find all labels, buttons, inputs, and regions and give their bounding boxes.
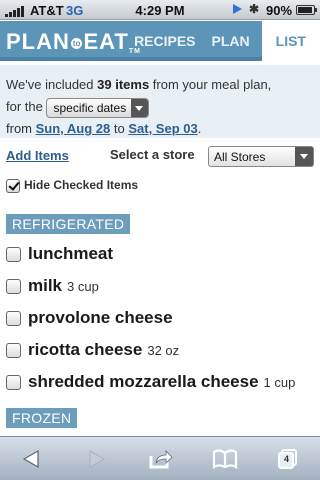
section-header-frozen: FROZEN [6, 408, 78, 428]
summary-line-2: for the specific dates [6, 96, 314, 118]
store-select-label: Select a store [110, 147, 195, 162]
status-bar: AT&T 3G 4:29 PM ✱ 90% [0, 0, 320, 20]
tab-recipes[interactable]: RECIPES [126, 21, 203, 61]
item-name: shredded mozzarella cheese [28, 372, 259, 391]
add-items-link[interactable]: Add Items [6, 148, 69, 163]
start-date-link[interactable]: Sun, Aug 28 [36, 121, 111, 136]
share-button[interactable] [128, 437, 192, 480]
tab-plan[interactable]: PLAN [204, 21, 258, 61]
bluetooth-icon: ✱ [249, 2, 260, 16]
item-checkbox[interactable] [6, 342, 21, 358]
hide-checked-toggle[interactable]: Hide Checked Items [6, 178, 138, 193]
section-header-refrigerated: REFRIGERATED [6, 214, 131, 234]
browser-toolbar: 4 [0, 436, 320, 480]
back-arrow-icon [22, 449, 39, 469]
share-icon [149, 450, 173, 469]
hide-checked-checkbox[interactable] [6, 178, 20, 193]
tab-list[interactable]: LIST [261, 21, 320, 61]
list-item[interactable]: lunchmeat [6, 238, 316, 270]
item-checkbox[interactable] [6, 246, 21, 262]
item-name: ricotta cheese [28, 340, 143, 359]
grocery-list: lunchmeat milk 3 cup provolone cheese ri… [6, 238, 316, 398]
meal-plan-summary: We've included 39 items from your meal p… [0, 65, 320, 138]
forward-button[interactable] [64, 437, 128, 480]
pages-count: 4 [284, 454, 290, 464]
item-checkbox[interactable] [6, 310, 21, 326]
list-item[interactable]: ricotta cheese 32 oz [6, 334, 316, 366]
item-quantity: 1 cup [263, 374, 296, 390]
bookmarks-icon [212, 449, 238, 470]
plan-to-eat-logo[interactable]: PLAN to EATTM [6, 29, 141, 55]
item-name: provolone cheese [28, 308, 173, 327]
main-nav: RECIPES PLAN LIST [126, 21, 320, 61]
list-item[interactable]: shredded mozzarella cheese 1 cup [6, 366, 316, 398]
item-quantity: 32 oz [147, 342, 180, 358]
item-name: milk [28, 276, 63, 295]
summary-line-1: We've included 39 items from your meal p… [6, 77, 272, 92]
list-item[interactable]: provolone cheese [6, 302, 316, 334]
item-checkbox[interactable] [6, 374, 21, 390]
store-select[interactable]: All Stores [208, 146, 314, 167]
chevron-down-icon [295, 147, 313, 166]
location-icon [233, 4, 242, 14]
item-count: 39 items [97, 77, 150, 92]
battery-icon [296, 5, 317, 15]
chevron-down-icon [131, 98, 149, 117]
forward-arrow-icon [89, 450, 106, 468]
summary-line-3: from Sun, Aug 28 to Sat, Sep 03. [6, 121, 202, 136]
pages-button[interactable]: 4 [256, 437, 320, 480]
back-button[interactable] [0, 437, 64, 480]
list-item[interactable]: milk 3 cup [6, 270, 316, 302]
hide-checked-label: Hide Checked Items [24, 178, 139, 192]
end-date-link[interactable]: Sat, Sep 03 [128, 121, 197, 136]
item-name: lunchmeat [28, 244, 114, 263]
bookmarks-button[interactable] [192, 437, 256, 480]
item-checkbox[interactable] [6, 278, 21, 294]
battery-percent: 90% [266, 3, 293, 18]
app-header: PLAN to EATTM RECIPES PLAN LIST [0, 21, 320, 61]
date-range-select[interactable]: specific dates [46, 97, 150, 118]
item-quantity: 3 cup [67, 278, 99, 294]
